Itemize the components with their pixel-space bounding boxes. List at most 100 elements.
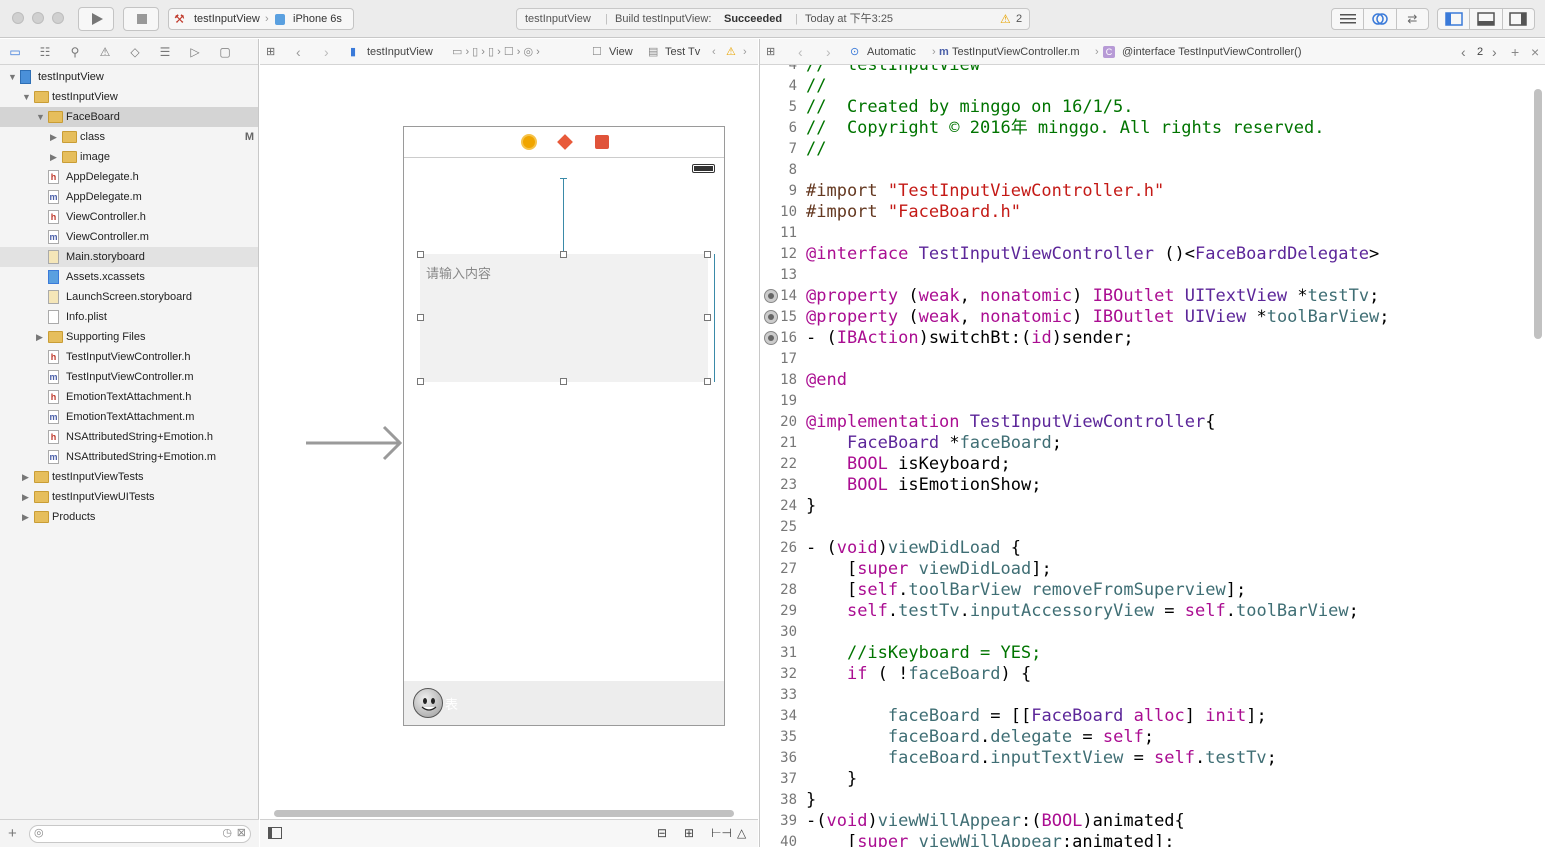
code-line[interactable]: 24} bbox=[760, 496, 1532, 517]
forward-arrow-icon[interactable]: › bbox=[826, 39, 831, 65]
close-window-button[interactable] bbox=[12, 12, 24, 24]
test-textview[interactable]: 请输入内容 bbox=[420, 254, 708, 382]
navigator-item[interactable]: h TestInputViewController.h bbox=[0, 347, 258, 367]
code-line[interactable]: 4 // bbox=[760, 76, 1532, 97]
navigator-item[interactable]: h AppDelegate.h bbox=[0, 167, 258, 187]
disclosure-open-icon[interactable]: ▼ bbox=[8, 67, 18, 87]
resize-handle-bl[interactable] bbox=[417, 378, 424, 385]
navigator-item[interactable]: ▶ testInputViewTests bbox=[0, 467, 258, 487]
warning-icon[interactable]: ⚠ bbox=[1000, 9, 1011, 29]
resize-handle-br[interactable] bbox=[704, 378, 711, 385]
navigator-item[interactable]: m NSAttributedString+Emotion.m bbox=[0, 447, 258, 467]
code-line[interactable]: 39 -(void)viewWillAppear:(BOOL)animated{ bbox=[760, 811, 1532, 832]
navigator-item[interactable]: ▼ FaceBoard bbox=[0, 107, 258, 127]
forward-arrow-icon[interactable]: › bbox=[324, 39, 329, 65]
minimize-window-button[interactable] bbox=[32, 12, 44, 24]
code-line[interactable]: 14 @property (weak, nonatomic) IBOutlet U… bbox=[760, 286, 1532, 307]
standard-editor-icon[interactable] bbox=[1332, 9, 1365, 29]
navigator-item[interactable]: h EmotionTextAttachment.h bbox=[0, 387, 258, 407]
code-line[interactable]: 21 FaceBoard *faceBoard; bbox=[760, 433, 1532, 454]
stack-icon[interactable]: ⊟ bbox=[657, 826, 667, 840]
disclosure-closed-icon[interactable]: ▶ bbox=[50, 127, 60, 147]
search-icon[interactable]: ⚲ bbox=[60, 45, 90, 59]
code-line[interactable]: 38} bbox=[760, 790, 1532, 811]
navigator-item[interactable]: ▶ Supporting Files bbox=[0, 327, 258, 347]
toolbar-view[interactable]: 表 bbox=[404, 681, 724, 725]
exit-icon[interactable] bbox=[595, 135, 609, 149]
utilities-toggle-icon[interactable] bbox=[1503, 9, 1534, 29]
view-controller-icon[interactable] bbox=[521, 134, 537, 150]
disclosure-open-icon[interactable]: ▼ bbox=[36, 107, 46, 127]
navigator-item[interactable]: m EmotionTextAttachment.m bbox=[0, 407, 258, 427]
disclosure-closed-icon[interactable]: ▶ bbox=[22, 507, 32, 527]
run-button[interactable] bbox=[78, 7, 114, 31]
code-line[interactable]: 30 bbox=[760, 622, 1532, 643]
code-line[interactable]: 36 faceBoard.inputTextView = self.testTv… bbox=[760, 748, 1532, 769]
code-line[interactable]: 13 bbox=[760, 265, 1532, 286]
close-editor-icon[interactable]: × bbox=[1531, 39, 1539, 65]
issue-warning-icon[interactable]: ⚠ bbox=[726, 39, 736, 65]
navigator-item[interactable]: Main.storyboard bbox=[0, 247, 258, 267]
jump-mode[interactable]: Automatic bbox=[867, 39, 916, 65]
code-line[interactable]: 29 self.testTv.inputAccessoryView = self… bbox=[760, 601, 1532, 622]
jump-file[interactable]: TestInputViewController.m bbox=[952, 39, 1080, 65]
resize-handle-tr[interactable] bbox=[704, 251, 711, 258]
code-line[interactable]: 16 - (IBAction)switchBt:(id)sender; bbox=[760, 328, 1532, 349]
code-line[interactable]: 40 [super viewWillAppear:animated]; bbox=[760, 832, 1532, 847]
scheme-selector[interactable]: ⚒ testInputView › iPhone 6s bbox=[168, 8, 354, 30]
scm-filter-icon[interactable]: ⊠ bbox=[237, 826, 246, 839]
navigator-item[interactable]: h ViewController.h bbox=[0, 207, 258, 227]
code-line[interactable]: 25 bbox=[760, 517, 1532, 538]
navigator-item[interactable]: Assets.xcassets bbox=[0, 267, 258, 287]
recent-files-icon[interactable]: ◷ bbox=[222, 826, 232, 839]
related-items-icon[interactable]: ⊞ bbox=[266, 39, 275, 65]
add-icon[interactable]: + bbox=[8, 825, 17, 842]
code-line[interactable]: 26 - (void)viewDidLoad { bbox=[760, 538, 1532, 559]
resize-handle-tl[interactable] bbox=[417, 251, 424, 258]
add-editor-icon[interactable]: + bbox=[1511, 39, 1519, 65]
code-line[interactable]: 31 //isKeyboard = YES; bbox=[760, 643, 1532, 664]
code-line[interactable]: 8 bbox=[760, 160, 1532, 181]
jump-control[interactable]: Test Tv bbox=[665, 39, 700, 65]
test-navigator-icon[interactable]: ◇ bbox=[120, 45, 150, 59]
version-editor-icon[interactable]: ⇄ bbox=[1397, 9, 1428, 29]
code-line[interactable]: 7 // bbox=[760, 139, 1532, 160]
horizontal-scrollbar[interactable] bbox=[274, 810, 734, 817]
navigator-item[interactable]: ▶ testInputViewUITests bbox=[0, 487, 258, 507]
symbol-navigator-icon[interactable]: ☷ bbox=[30, 45, 60, 59]
jump-project[interactable]: testInputView bbox=[367, 39, 433, 65]
code-line[interactable]: 9 #import "TestInputViewController.h" bbox=[760, 181, 1532, 202]
code-line[interactable]: 32 if ( !faceBoard) { bbox=[760, 664, 1532, 685]
resize-handle-l[interactable] bbox=[417, 314, 424, 321]
issue-back-icon[interactable]: ‹ bbox=[712, 39, 716, 65]
code-line[interactable]: 11 bbox=[760, 223, 1532, 244]
resize-handle-b[interactable] bbox=[560, 378, 567, 385]
counterpart-forward-icon[interactable]: › bbox=[1492, 39, 1497, 65]
resize-handle-r[interactable] bbox=[704, 314, 711, 321]
code-line[interactable]: 28 [self.toolBarView removeFromSuperview… bbox=[760, 580, 1532, 601]
back-arrow-icon[interactable]: ‹ bbox=[296, 39, 301, 65]
code-line[interactable]: 6 // Copyright © 2016年 minggo. All rights… bbox=[760, 118, 1532, 139]
code-line[interactable]: 10 #import "FaceBoard.h" bbox=[760, 202, 1532, 223]
jump-symbol[interactable]: @interface TestInputViewController() bbox=[1122, 39, 1302, 65]
code-line[interactable]: 37 } bbox=[760, 769, 1532, 790]
code-line[interactable]: 4 // testInputView bbox=[760, 65, 1532, 76]
code-line[interactable]: 23 BOOL isEmotionShow; bbox=[760, 475, 1532, 496]
zoom-window-button[interactable] bbox=[52, 12, 64, 24]
counterpart-back-icon[interactable]: ‹ bbox=[1461, 39, 1466, 65]
view-controller-scene[interactable]: 请输入内容 表 bbox=[403, 126, 725, 726]
code-line[interactable]: 5 // Created by minggo on 16/1/5. bbox=[760, 97, 1532, 118]
code-line[interactable]: 15 @property (weak, nonatomic) IBOutlet U… bbox=[760, 307, 1532, 328]
code-line[interactable]: 12 @interface TestInputViewController ()<… bbox=[760, 244, 1532, 265]
back-arrow-icon[interactable]: ‹ bbox=[798, 39, 803, 65]
navigator-item[interactable]: m TestInputViewController.m bbox=[0, 367, 258, 387]
code-line[interactable]: 18 @end bbox=[760, 370, 1532, 391]
navigator-item[interactable]: ▼ testInputView bbox=[0, 87, 258, 107]
code-line[interactable]: 33 bbox=[760, 685, 1532, 706]
warning-count[interactable]: 2 bbox=[1016, 9, 1022, 29]
jump-folder-icon[interactable]: ▭ › ▯ › ▯ › ☐ › ◎ › bbox=[452, 39, 540, 65]
folder-icon[interactable]: ▭ bbox=[0, 45, 30, 59]
code-line[interactable]: 20 @implementation TestInputViewControlle… bbox=[760, 412, 1532, 433]
navigator-item[interactable]: LaunchScreen.storyboard bbox=[0, 287, 258, 307]
code-line[interactable]: 27 [super viewDidLoad]; bbox=[760, 559, 1532, 580]
